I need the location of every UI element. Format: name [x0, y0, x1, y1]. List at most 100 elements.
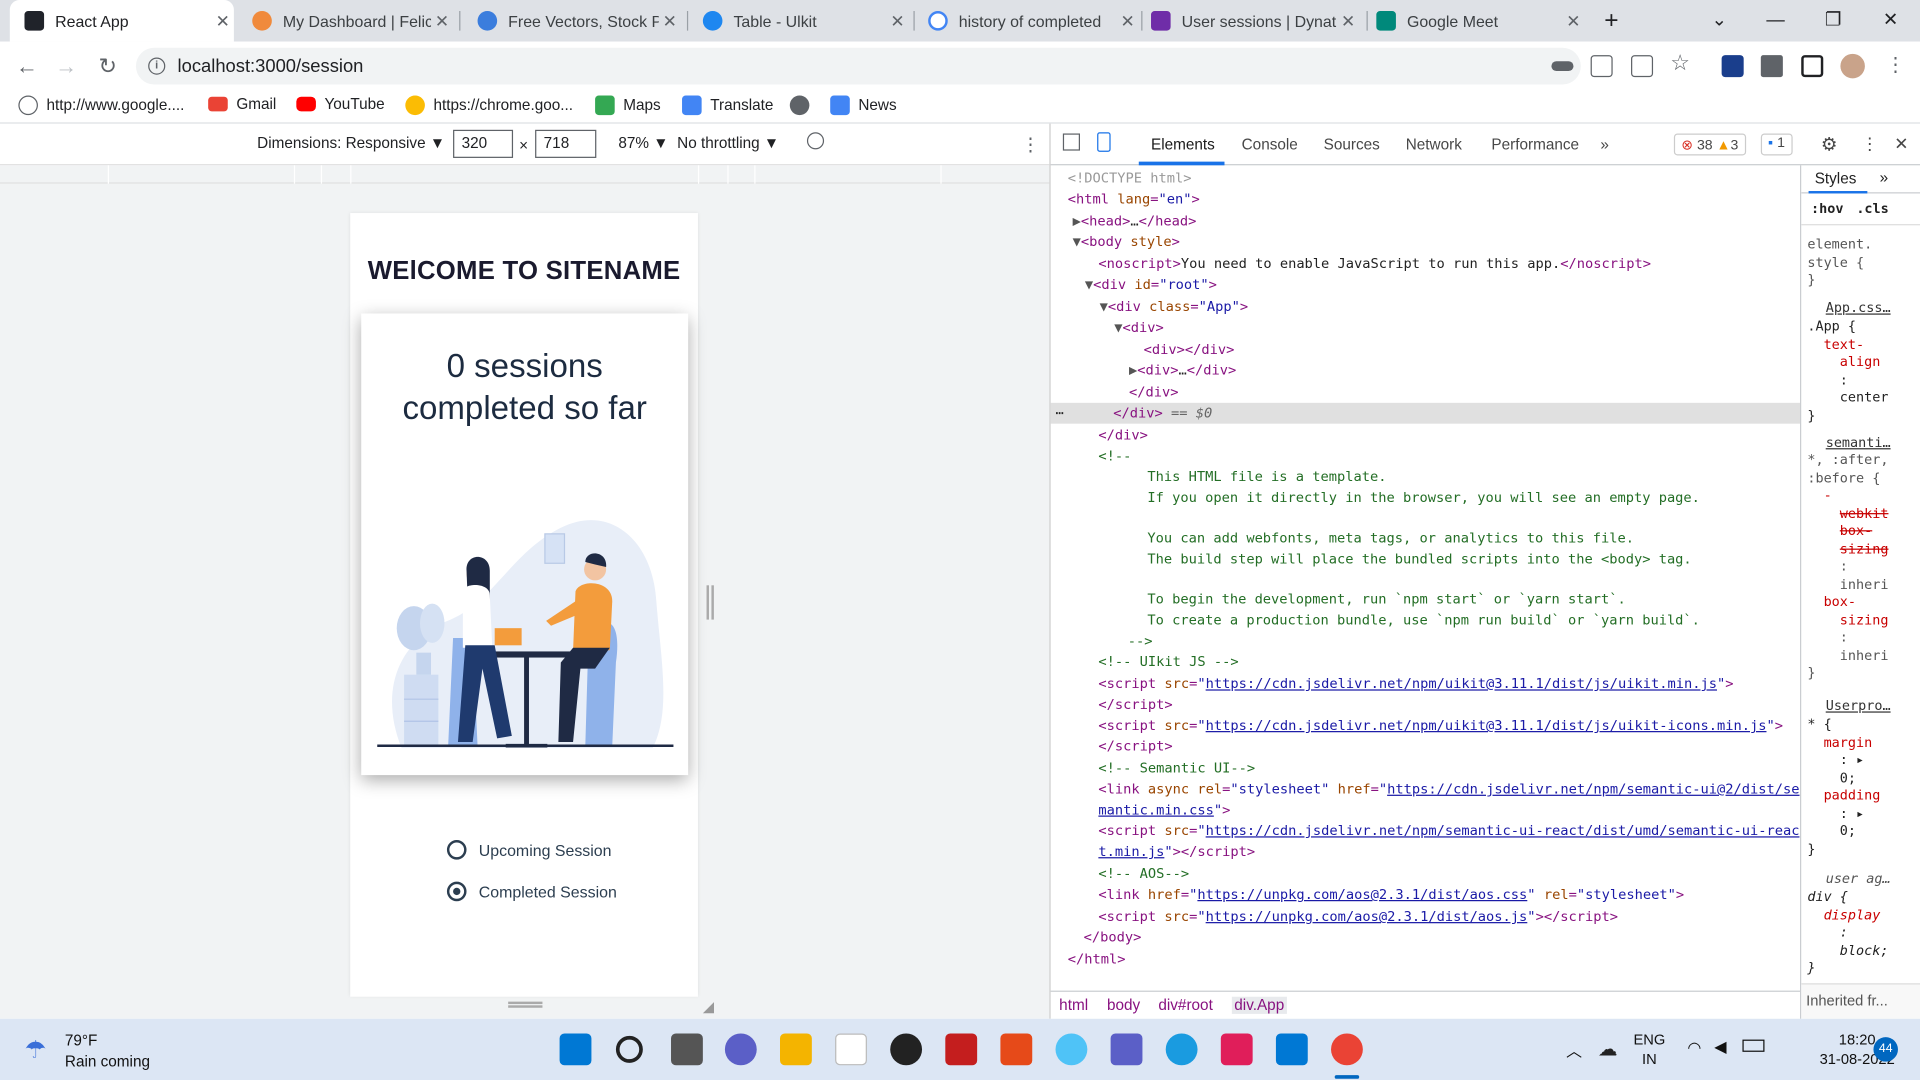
- tab-google-search[interactable]: history of completed ✕: [926, 0, 1139, 42]
- puzzle-icon[interactable]: [1760, 55, 1783, 78]
- close-icon[interactable]: ✕: [1562, 10, 1584, 31]
- dom-line-selected[interactable]: ⋯ </div> == $0: [1050, 402, 1801, 424]
- edge-icon[interactable]: [1165, 1033, 1198, 1066]
- dom-line[interactable]: <html lang="en">: [1051, 189, 1800, 210]
- tab-elements[interactable]: Elements: [1151, 136, 1215, 153]
- mcafee-icon[interactable]: [945, 1033, 978, 1066]
- radio-upcoming-session[interactable]: Upcoming Session: [446, 840, 611, 860]
- volume-icon[interactable]: ◀: [1714, 1037, 1726, 1057]
- radio-completed-session[interactable]: Completed Session: [446, 881, 617, 902]
- dom-line[interactable]: <div></div>: [1051, 339, 1800, 360]
- share-icon[interactable]: [1631, 55, 1654, 78]
- show-hidden-icons-icon[interactable]: ︿: [1566, 1038, 1582, 1061]
- bookmark-youtube[interactable]: YouTube: [296, 96, 385, 113]
- height-input[interactable]: 718: [535, 129, 597, 158]
- issues-badge[interactable]: ⊗ 38 ▲3: [1673, 133, 1746, 156]
- dom-line[interactable]: <script src="https://unpkg.com/aos@2.3.1…: [1051, 906, 1800, 927]
- more-panes-icon[interactable]: »: [1880, 169, 1889, 186]
- tab-styles[interactable]: Styles: [1815, 170, 1857, 187]
- new-tab-button[interactable]: +: [1596, 5, 1628, 37]
- dom-line[interactable]: </script>: [1051, 736, 1800, 757]
- wifi-icon[interactable]: ◠: [1687, 1038, 1701, 1058]
- rotate-icon[interactable]: [806, 132, 825, 150]
- close-icon[interactable]: ✕: [1117, 10, 1139, 31]
- chat-icon[interactable]: [724, 1033, 757, 1066]
- maximize-button[interactable]: ❐: [1817, 5, 1849, 37]
- dom-line[interactable]: ▼<body style>: [1051, 231, 1800, 252]
- bookmark-translate[interactable]: Translate: [682, 95, 773, 116]
- chrome-icon[interactable]: [1331, 1033, 1363, 1066]
- more-options-icon[interactable]: ⋮: [1861, 133, 1878, 154]
- minimize-button[interactable]: —: [1760, 5, 1792, 37]
- dom-line[interactable]: <link async rel="stylesheet" href="https…: [1051, 779, 1800, 800]
- dom-line[interactable]: ▶<div>…</div>: [1051, 360, 1800, 381]
- breadcrumb-html[interactable]: html: [1059, 997, 1088, 1014]
- dom-line[interactable]: </body>: [1051, 927, 1800, 948]
- bookmark-gmail[interactable]: Gmail: [208, 96, 276, 113]
- weather-icon[interactable]: ☂: [24, 1035, 53, 1064]
- bookmark-news[interactable]: News: [830, 95, 897, 116]
- hov-toggle[interactable]: :hov: [1811, 201, 1843, 217]
- tab-search-icon[interactable]: ⌄: [1703, 5, 1735, 37]
- help-icon[interactable]: [1055, 1033, 1088, 1066]
- tab-google-meet[interactable]: Google Meet ✕: [1376, 0, 1584, 42]
- dom-line[interactable]: This HTML file is a template.: [1051, 467, 1800, 488]
- dom-line[interactable]: </div>: [1051, 425, 1800, 446]
- store-icon[interactable]: [835, 1033, 867, 1066]
- dom-line[interactable]: <link href="https://unpkg.com/aos@2.3.1/…: [1051, 884, 1800, 905]
- bookmark-chrome-store[interactable]: https://chrome.goo...: [405, 95, 573, 116]
- tab-uikit-table[interactable]: Table - Ulkit ✕: [700, 0, 908, 42]
- language-indicator[interactable]: ENG IN: [1633, 1030, 1665, 1069]
- battery-icon[interactable]: [1742, 1039, 1765, 1052]
- cls-toggle[interactable]: .cls: [1856, 201, 1888, 217]
- dom-line[interactable]: </script>: [1051, 694, 1800, 715]
- dom-line[interactable]: ▼<div id="root">: [1051, 274, 1800, 295]
- breadcrumb-div-root[interactable]: div#root: [1158, 997, 1212, 1014]
- settings-gear-icon[interactable]: ⚙: [1821, 133, 1837, 156]
- office-icon[interactable]: [1000, 1033, 1033, 1066]
- dom-line[interactable]: <!-- Semantic UI-->: [1051, 758, 1800, 779]
- dom-line[interactable]: <!DOCTYPE html>: [1051, 168, 1800, 189]
- device-toggle-icon[interactable]: [1097, 132, 1111, 152]
- dom-line[interactable]: If you open it directly in the browser, …: [1051, 487, 1800, 508]
- avatar[interactable]: [1840, 53, 1865, 79]
- tab-performance[interactable]: Performance: [1491, 136, 1579, 153]
- breadcrumb-div-app[interactable]: div.App: [1231, 996, 1287, 1014]
- tab-dynatrace[interactable]: User sessions | Dynat ✕: [1151, 0, 1359, 42]
- close-icon[interactable]: ✕: [887, 10, 909, 31]
- messages-badge[interactable]: ▪ 1: [1760, 133, 1793, 156]
- dom-line[interactable]: To begin the development, run `npm start…: [1051, 589, 1800, 610]
- dom-line[interactable]: </div>: [1051, 382, 1800, 403]
- translate-icon[interactable]: [1590, 55, 1613, 78]
- dimensions-dropdown[interactable]: Dimensions: Responsive ▼: [257, 135, 445, 152]
- windows-start-icon[interactable]: [559, 1033, 592, 1066]
- dom-tree[interactable]: <!DOCTYPE html> <html lang="en"> ▶<head>…: [1050, 165, 1801, 990]
- bookmark-google[interactable]: http://www.google....: [18, 95, 184, 116]
- dom-line[interactable]: t.min.js"></script>: [1051, 841, 1800, 862]
- file-explorer-icon[interactable]: [780, 1033, 812, 1066]
- dom-line[interactable]: <script src="https://cdn.jsdelivr.net/np…: [1051, 820, 1800, 841]
- dom-line[interactable]: <!-- UIkit JS -->: [1051, 651, 1800, 672]
- extension-download-icon[interactable]: [1721, 55, 1744, 78]
- tab-free-vectors[interactable]: Free Vectors, Stock Ph ✕: [473, 0, 681, 42]
- dom-line[interactable]: The build step will place the bundled sc…: [1051, 549, 1800, 570]
- close-window-button[interactable]: ✕: [1875, 5, 1907, 37]
- menu-icon[interactable]: ⋮: [1886, 55, 1906, 77]
- zoom-dropdown[interactable]: 87% ▼: [618, 135, 668, 152]
- notification-badge[interactable]: 44: [1873, 1037, 1898, 1062]
- dom-line[interactable]: -->: [1051, 631, 1800, 652]
- url-text[interactable]: localhost:3000/session: [178, 56, 364, 77]
- dom-line[interactable]: <script src="https://cdn.jsdelivr.net/np…: [1051, 673, 1800, 694]
- media-query-ruler[interactable]: [0, 165, 1050, 184]
- github-icon[interactable]: [890, 1033, 923, 1066]
- cloud-sync-icon[interactable]: ☁: [1598, 1037, 1618, 1061]
- sidebar-icon[interactable]: [1801, 55, 1824, 78]
- task-view-icon[interactable]: [671, 1033, 703, 1066]
- more-options-icon[interactable]: ⋮: [1021, 133, 1039, 156]
- teams-icon[interactable]: [1110, 1033, 1143, 1066]
- key-icon[interactable]: [1551, 61, 1574, 72]
- radio-unchecked-icon[interactable]: [446, 840, 467, 860]
- dom-line[interactable]: To create a production bundle, use `npm …: [1051, 610, 1800, 631]
- width-input[interactable]: 320: [453, 129, 514, 158]
- close-icon[interactable]: ✕: [431, 10, 453, 31]
